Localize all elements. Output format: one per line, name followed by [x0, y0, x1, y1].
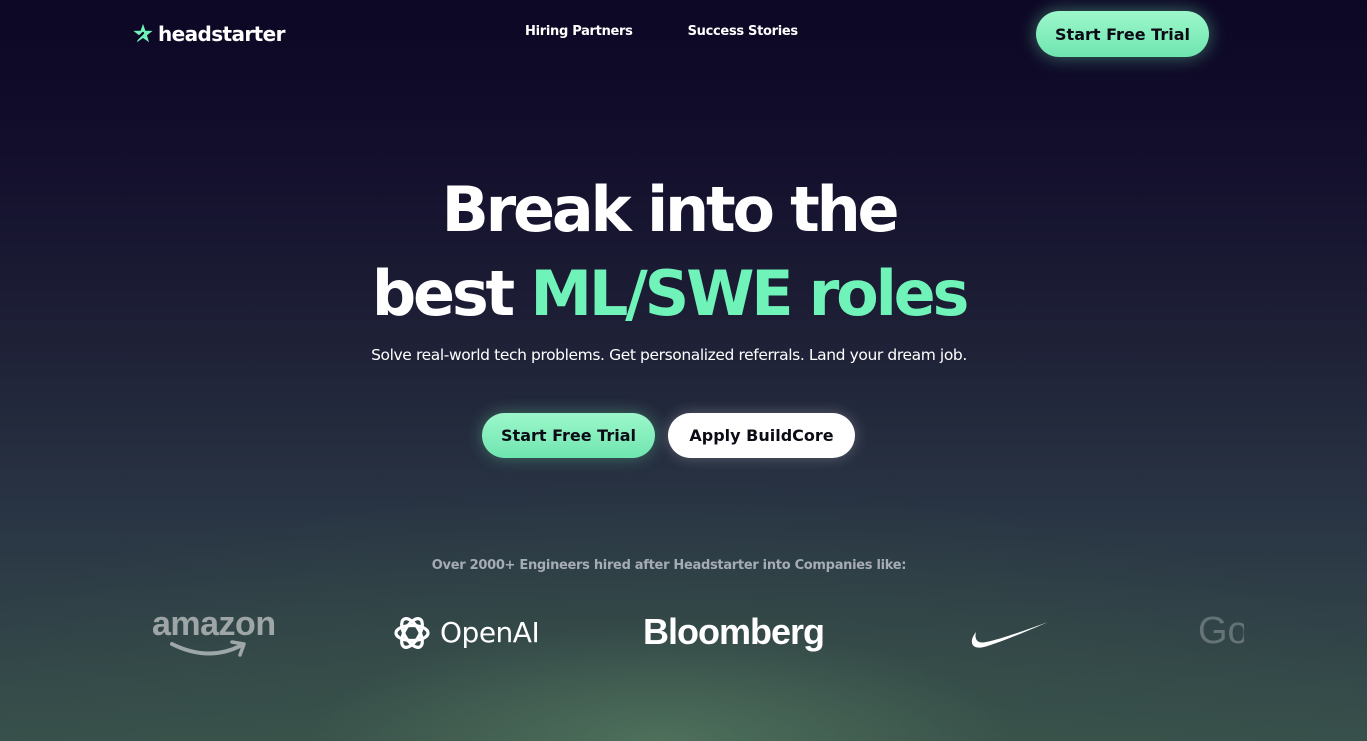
nav-start-free-trial-button[interactable]: Start Free Trial [1036, 11, 1209, 57]
openai-logo: OpenAI [390, 611, 540, 655]
headstarter-logo[interactable]: headstarter [132, 22, 285, 46]
amazon-smile-icon [170, 640, 246, 657]
hero-title: Break into the best ML/SWE roles [0, 168, 1338, 336]
hero-title-line-2: best ML/SWE roles [0, 252, 1338, 336]
start-free-trial-button[interactable]: Start Free Trial [482, 413, 655, 458]
nav-links: Hiring Partners Success Stories [525, 24, 798, 39]
google-logo: Go [1198, 610, 1244, 652]
top-nav: headstarter Hiring Partners Success Stor… [0, 0, 1367, 70]
amazon-logo: amazon [152, 604, 302, 660]
hero-title-accent: ML/SWE roles [530, 257, 969, 330]
hero-title-line-1: Break into the [441, 173, 900, 246]
nike-swoosh-icon [971, 622, 1048, 648]
nav-link-success-stories[interactable]: Success Stories [688, 24, 799, 39]
company-logo-strip: amazon OpenAI Bloomberg Go [0, 600, 1367, 670]
bloomberg-logo: Bloomberg [643, 611, 825, 652]
companies-caption: Over 2000+ Engineers hired after Headsta… [431, 558, 907, 573]
nav-link-hiring-partners[interactable]: Hiring Partners [525, 24, 633, 39]
star-arrow-icon [133, 23, 153, 43]
hero-cta-row: Start Free Trial Apply BuildCore [482, 413, 855, 458]
brand-name: headstarter [158, 22, 285, 46]
hero-subtitle: Solve real-world tech problems. Get pers… [371, 346, 967, 364]
openai-wordmark: OpenAI [440, 616, 540, 649]
openai-knot-icon [394, 617, 430, 649]
apply-buildcore-button[interactable]: Apply BuildCore [668, 413, 855, 458]
hero-title-plain: best [371, 257, 531, 330]
